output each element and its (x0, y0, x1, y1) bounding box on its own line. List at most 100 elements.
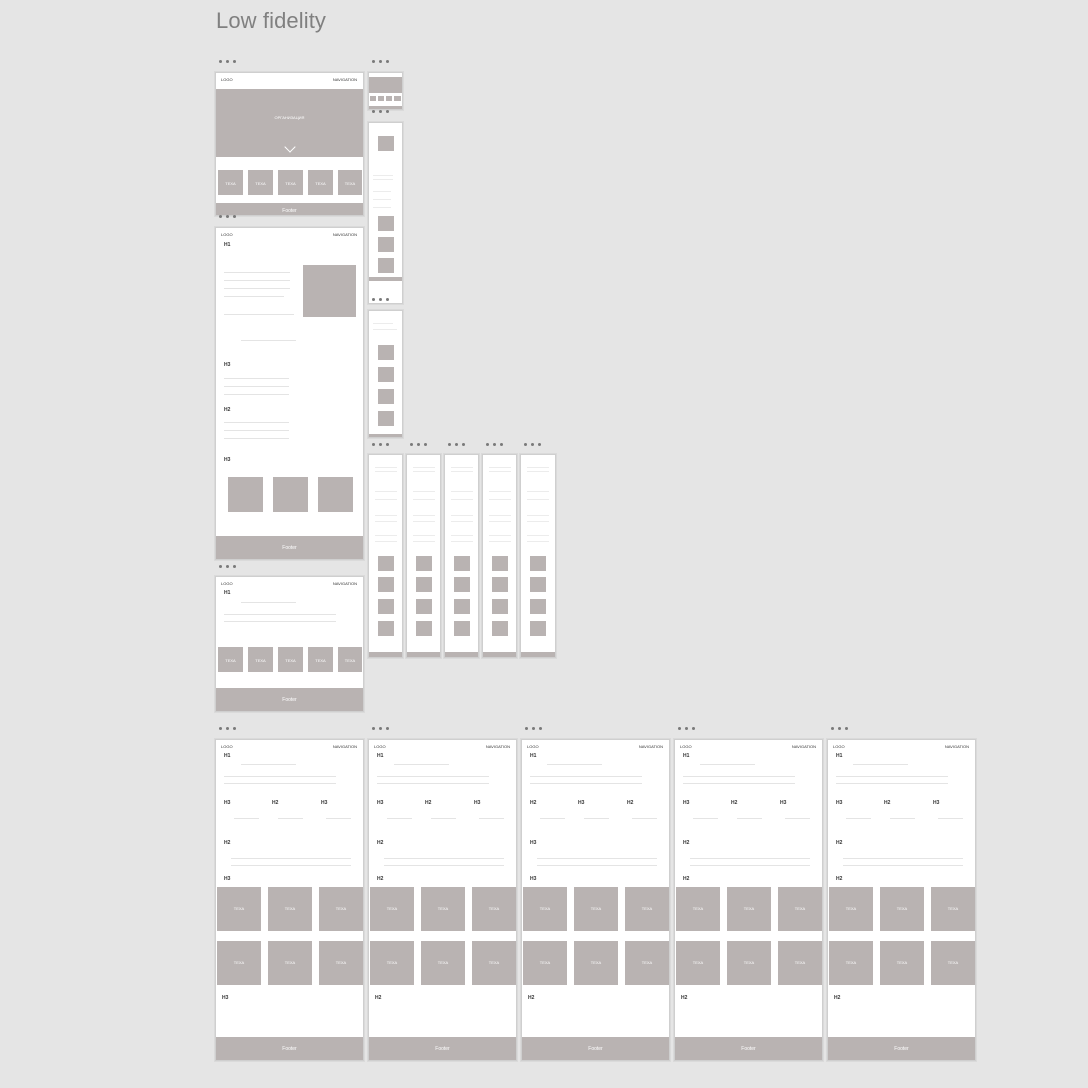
navigation: NAVIGATION (332, 744, 357, 749)
frame-menu-icon[interactable] (219, 213, 236, 219)
logo: LOGO (221, 581, 233, 586)
frame-menu-icon[interactable] (372, 725, 389, 731)
heading-h2: H2 (683, 876, 690, 882)
navigation: NAVIGATION (485, 744, 510, 749)
tile: TEXA (268, 941, 312, 985)
logo: LOGO (833, 744, 845, 749)
chevron-down-icon (284, 141, 296, 153)
hero-text: ОРГАНИЗАЦИЯ (274, 115, 305, 120)
image-placeholder (303, 265, 356, 317)
heading-h2: H2 (731, 800, 738, 806)
frame-menu-icon[interactable] (524, 441, 541, 447)
tile: TEXA (421, 887, 465, 931)
tile: TEXA (574, 887, 618, 931)
frame-menu-icon[interactable] (219, 58, 236, 64)
tile: TEXA (574, 941, 618, 985)
tile: TEXA (727, 941, 771, 985)
tile: TEXA (278, 170, 303, 195)
tile: TEXA (676, 941, 720, 985)
frame-catalog-desktop[interactable]: LOGO NAVIGATION H1 TEXA TEXA TEXA TEXA T… (215, 576, 364, 712)
tile: TEXA (308, 647, 333, 672)
frame-section-mobile-4[interactable] (482, 454, 517, 658)
logo: LOGO (374, 744, 386, 749)
tile: TEXA (931, 887, 975, 931)
frame-menu-icon[interactable] (678, 725, 695, 731)
heading-h3: H3 (836, 800, 843, 806)
frame-menu-icon[interactable] (372, 108, 389, 114)
heading-h1: H1 (224, 590, 231, 596)
frame-home-mobile[interactable] (368, 72, 403, 110)
image-placeholder (318, 477, 353, 512)
footer: Footer (216, 536, 363, 559)
heading-h2: H2 (681, 995, 688, 1001)
frame-menu-icon[interactable] (372, 441, 389, 447)
heading-h3: H3 (321, 800, 328, 806)
tile: TEXA (308, 170, 333, 195)
page-title: Low fidelity (216, 8, 327, 33)
frame-section-desktop-3[interactable]: LOGO NAVIGATION H1 H2 H3 H2 H3 H3 TEXA T… (521, 739, 670, 1061)
heading-h3: H3 (683, 800, 690, 806)
frame-menu-icon[interactable] (525, 725, 542, 731)
tile: TEXA (370, 941, 414, 985)
heading-h3: H3 (222, 995, 229, 1001)
frame-menu-icon[interactable] (486, 441, 503, 447)
footer: Footer (828, 1037, 975, 1060)
tile: TEXA (625, 941, 669, 985)
frame-section-desktop-4[interactable]: LOGO NAVIGATION H1 H3 H2 H3 H2 H2 TEXA T… (674, 739, 823, 1061)
heading-h2: H2 (272, 800, 279, 806)
frame-menu-icon[interactable] (219, 563, 236, 569)
tile: TEXA (931, 941, 975, 985)
frame-section-desktop-2[interactable]: LOGO NAVIGATION H1 H3 H2 H3 H2 H2 TEXA T… (368, 739, 517, 1061)
tile: TEXA (421, 941, 465, 985)
heading-h2: H2 (884, 800, 891, 806)
frame-menu-icon[interactable] (372, 58, 389, 64)
frame-section-mobile-5[interactable] (520, 454, 556, 658)
frame-article-mobile[interactable] (368, 122, 403, 304)
frame-section-mobile-3[interactable] (444, 454, 479, 658)
logo: LOGO (221, 744, 233, 749)
frame-section-mobile-2[interactable] (406, 454, 441, 658)
frame-menu-icon[interactable] (448, 441, 465, 447)
tile: TEXA (880, 941, 924, 985)
heading-h3: H3 (224, 457, 231, 463)
tile: TEXA (625, 887, 669, 931)
heading-h3: H3 (474, 800, 481, 806)
navigation: NAVIGATION (944, 744, 969, 749)
heading-h1: H1 (530, 753, 537, 759)
navigation: NAVIGATION (332, 581, 357, 586)
footer: Footer (216, 688, 363, 711)
heading-h2: H2 (683, 840, 690, 846)
frame-menu-icon[interactable] (372, 296, 389, 302)
logo: LOGO (680, 744, 692, 749)
frame-home-desktop[interactable]: LOGO NAVIGATION ОРГАНИЗАЦИЯ TEXA TEXA TE… (215, 72, 364, 216)
footer: Footer (675, 1037, 822, 1060)
tile: TEXA (217, 941, 261, 985)
tile: TEXA (523, 887, 567, 931)
heading-h2: H2 (528, 995, 535, 1001)
hero-banner: ОРГАНИЗАЦИЯ (216, 89, 363, 157)
frame-section-desktop-1[interactable]: LOGO NAVIGATION H1 H3 H2 H3 H2 H3 TEXA T… (215, 739, 364, 1061)
frame-catalog-mobile[interactable] (368, 310, 403, 438)
heading-h1: H1 (224, 242, 231, 248)
navigation: NAVIGATION (332, 232, 357, 237)
tile: TEXA (829, 941, 873, 985)
heading-h2: H2 (377, 876, 384, 882)
frame-section-desktop-5[interactable]: LOGO NAVIGATION H1 H3 H2 H3 H2 H2 TEXA T… (827, 739, 976, 1061)
heading-h3: H3 (530, 840, 537, 846)
navigation: NAVIGATION (791, 744, 816, 749)
frame-section-mobile-1[interactable] (368, 454, 403, 658)
heading-h3: H3 (933, 800, 940, 806)
heading-h3: H3 (224, 362, 231, 368)
tile: TEXA (523, 941, 567, 985)
frame-article-desktop[interactable]: LOGO NAVIGATION H1 H3 H2 H3 Footer (215, 227, 364, 560)
frame-menu-icon[interactable] (410, 441, 427, 447)
heading-h3: H3 (224, 800, 231, 806)
tile: TEXA (778, 887, 822, 931)
heading-h2: H2 (375, 995, 382, 1001)
heading-h2: H2 (425, 800, 432, 806)
frame-menu-icon[interactable] (219, 725, 236, 731)
tile: TEXA (338, 647, 362, 672)
heading-h2: H2 (834, 995, 841, 1001)
frame-menu-icon[interactable] (831, 725, 848, 731)
heading-h2: H2 (627, 800, 634, 806)
